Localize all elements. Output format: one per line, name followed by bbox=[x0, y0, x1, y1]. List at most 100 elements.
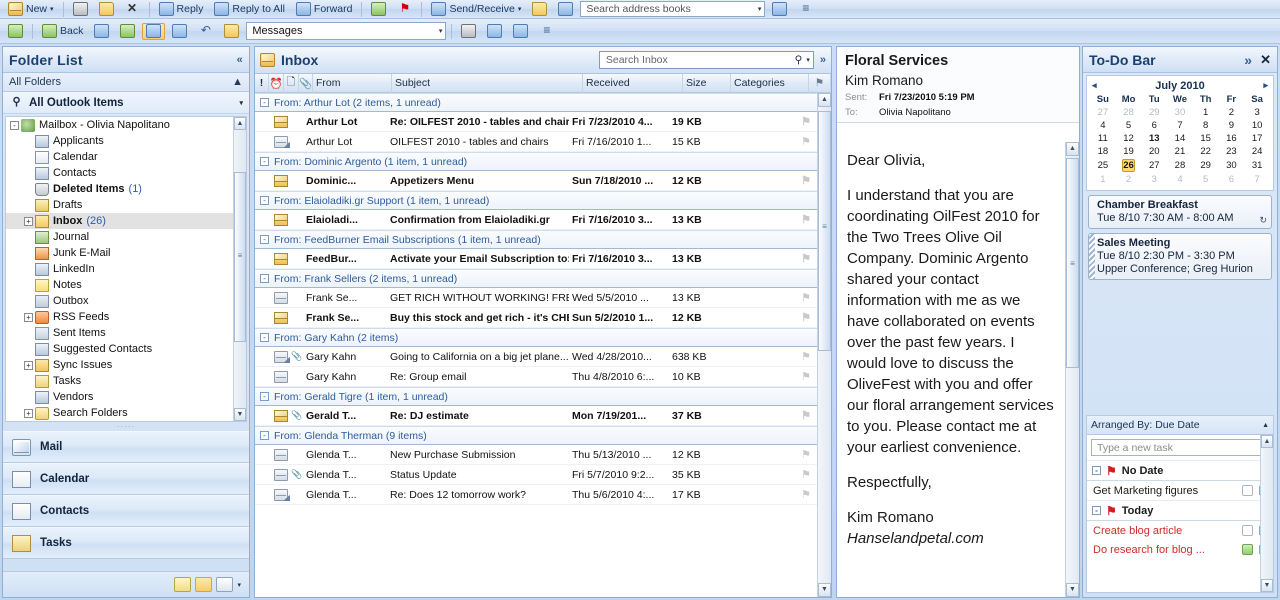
folder-tree-scrollbar[interactable]: ▲▼ bbox=[233, 117, 246, 421]
column-attachment[interactable]: 📎 bbox=[299, 73, 313, 93]
chevron-up-icon[interactable]: ▲ bbox=[232, 76, 243, 88]
move-to-folder-button[interactable] bbox=[95, 1, 118, 18]
task-group-header[interactable]: - ⚑ No Date bbox=[1087, 460, 1273, 481]
flag-icon[interactable]: ⚑ bbox=[801, 488, 811, 501]
calendar-body[interactable]: 27 28 29 30 1 2 3 4 5 6 7 8 9 10 11 12 13 14 15 16 17 18 19 20 2… bbox=[1090, 106, 1270, 186]
calendar-day[interactable]: 28 bbox=[1116, 106, 1142, 119]
calendar-day[interactable]: 30 bbox=[1167, 106, 1193, 119]
column-from[interactable]: From bbox=[313, 73, 392, 93]
calendar-day[interactable]: 7 bbox=[1167, 119, 1193, 132]
flag-icon[interactable]: ⚑ bbox=[801, 311, 811, 324]
calendar-day[interactable]: 27 bbox=[1090, 106, 1116, 119]
send-receive-button[interactable]: Send/Receive ▾ bbox=[427, 1, 525, 18]
message-list-scrollbar[interactable]: ▲ ▼ bbox=[817, 93, 831, 597]
column-flag[interactable]: ⚑ bbox=[809, 73, 831, 93]
arranged-by-bar[interactable]: Arranged By: Due Date ▲ bbox=[1087, 416, 1273, 435]
folder-item-notes[interactable]: Notes bbox=[6, 277, 246, 293]
collapse-icon[interactable]: - bbox=[260, 274, 269, 283]
appointment-list[interactable]: Chamber Breakfast Tue 8/10 7:30 AM - 8:00… bbox=[1083, 195, 1277, 280]
calendar-day[interactable]: 23 bbox=[1219, 145, 1245, 158]
flag-icon[interactable]: ⚑ bbox=[801, 115, 811, 128]
calendar-day[interactable]: 20 bbox=[1141, 145, 1167, 158]
folder-item-junk-e-mail[interactable]: Junk E-Mail bbox=[6, 245, 246, 261]
chevron-down-icon[interactable]: ▾ bbox=[806, 56, 810, 64]
address-book-button[interactable] bbox=[528, 1, 551, 18]
calendar-day[interactable]: 1 bbox=[1193, 106, 1219, 119]
cell-flag[interactable]: ⚑ bbox=[795, 252, 817, 265]
scrollbar-thumb[interactable] bbox=[1066, 158, 1079, 368]
calendar-day[interactable]: 9 bbox=[1219, 119, 1245, 132]
collapse-icon[interactable]: - bbox=[260, 333, 269, 342]
task-groups[interactable]: -⚑No DateGet Marketing figures⚑-⚑TodayCr… bbox=[1087, 460, 1273, 559]
date-navigator[interactable]: ◂ July 2010 ▸ Su Mo Tu We Th Fr Sa 27 28 29 30 1 2 3… bbox=[1086, 75, 1274, 191]
task-group-header[interactable]: - ⚑ Today bbox=[1087, 500, 1273, 521]
outlook-today-button[interactable] bbox=[4, 23, 27, 40]
previous-month-icon[interactable]: ◂ bbox=[1092, 80, 1097, 91]
cell-flag[interactable]: ⚑ bbox=[795, 488, 817, 501]
appointment-item[interactable]: Sales Meeting Tue 8/10 2:30 PM - 3:30 PM U… bbox=[1088, 233, 1272, 280]
expand-icon[interactable]: + bbox=[24, 360, 33, 370]
chevron-down-icon[interactable]: ▾ bbox=[50, 5, 54, 13]
find-button[interactable] bbox=[554, 1, 577, 18]
message-group-header[interactable]: - From: Gary Kahn (2 items) bbox=[255, 328, 817, 347]
folder-item-suggested-contacts[interactable]: Suggested Contacts bbox=[6, 341, 246, 357]
column-received[interactable]: Received bbox=[583, 73, 683, 93]
calendar-day[interactable]: 26 bbox=[1116, 158, 1142, 173]
scroll-down-icon[interactable]: ▼ bbox=[1261, 579, 1273, 592]
notes-module-icon[interactable] bbox=[174, 577, 192, 592]
chevron-down-icon[interactable]: ▾ bbox=[758, 5, 762, 13]
table-row[interactable]: 📎 Gerald T... Re: DJ estimate Mon 7/19/201.… bbox=[255, 406, 817, 426]
folder-item-calendar[interactable]: Calendar bbox=[6, 149, 246, 165]
categorize-button[interactable] bbox=[367, 1, 390, 18]
new-task-input[interactable]: Type a new task bbox=[1091, 439, 1269, 456]
back-button[interactable]: Back bbox=[38, 23, 87, 40]
list-item[interactable]: Create blog article⚑ bbox=[1087, 521, 1273, 540]
collapse-icon[interactable]: - bbox=[260, 392, 269, 401]
column-item-type[interactable]: 🗋 bbox=[284, 73, 299, 93]
flag-icon[interactable]: ⚑ bbox=[801, 468, 811, 481]
folder-list-module-icon[interactable] bbox=[195, 577, 213, 592]
next-month-icon[interactable]: ▸ bbox=[1263, 80, 1268, 91]
calendar-day[interactable]: 5 bbox=[1193, 173, 1219, 186]
folder-item-search-folders[interactable]: + Search Folders bbox=[6, 405, 246, 421]
signature-site[interactable]: Hanselandpetal.com bbox=[847, 530, 984, 547]
view-selector[interactable]: Messages ▾ bbox=[246, 22, 447, 40]
expand-icon[interactable]: + bbox=[24, 312, 33, 322]
search-input[interactable]: Search Inbox ⚲ ▾ bbox=[598, 51, 814, 69]
table-row[interactable]: FeedBur... Activate your Email Subscripti… bbox=[255, 249, 817, 269]
forward-button[interactable]: Forward bbox=[292, 1, 357, 18]
calendar-day[interactable]: 6 bbox=[1141, 119, 1167, 132]
flag-icon[interactable]: ⚑ bbox=[801, 409, 811, 422]
cell-flag[interactable]: ⚑ bbox=[795, 448, 817, 461]
collapse-icon[interactable]: - bbox=[260, 196, 269, 205]
folder-item-vendors[interactable]: Vendors bbox=[6, 389, 246, 405]
message-group-header[interactable]: - From: Dominic Argento (1 item, 1 unread… bbox=[255, 152, 817, 171]
minimize-to-do-bar-icon[interactable]: » bbox=[1244, 52, 1252, 68]
folder-item-sync-issues[interactable]: + Sync Issues bbox=[6, 357, 246, 373]
column-reminder[interactable]: ⏰ bbox=[269, 73, 284, 93]
cell-flag[interactable]: ⚑ bbox=[795, 370, 817, 383]
calendar-day[interactable]: 11 bbox=[1090, 132, 1116, 145]
calendar-day[interactable]: 15 bbox=[1193, 132, 1219, 145]
message-sender[interactable]: Kim Romano bbox=[845, 73, 1071, 88]
collapse-icon[interactable]: - bbox=[10, 120, 19, 130]
reading-pane-button[interactable] bbox=[142, 22, 166, 40]
task-complete-checkbox[interactable] bbox=[1242, 525, 1253, 536]
scroll-up-icon[interactable]: ▲ bbox=[234, 117, 246, 130]
nav-button-mail[interactable]: Mail bbox=[3, 431, 249, 463]
table-row[interactable]: Arthur Lot OILFEST 2010 - tables and chai… bbox=[255, 132, 817, 152]
collapse-icon[interactable]: - bbox=[260, 157, 269, 166]
scroll-down-icon[interactable]: ▼ bbox=[818, 583, 831, 597]
calendar-day[interactable]: 4 bbox=[1090, 119, 1116, 132]
folder-item-sent-items[interactable]: Sent Items bbox=[6, 325, 246, 341]
scroll-up-icon[interactable]: ▲ bbox=[1066, 142, 1079, 156]
scroll-up-icon[interactable]: ▲ bbox=[818, 93, 831, 107]
calendar-day[interactable]: 16 bbox=[1219, 132, 1245, 145]
table-row[interactable]: Frank Se... Buy this stock and get rich -… bbox=[255, 308, 817, 328]
column-size[interactable]: Size bbox=[683, 73, 731, 93]
chevron-down-icon[interactable]: ▾ bbox=[239, 99, 243, 107]
task-complete-checkbox[interactable] bbox=[1242, 544, 1253, 555]
folder-item-tasks[interactable]: Tasks bbox=[6, 373, 246, 389]
list-item[interactable]: Get Marketing figures⚑ bbox=[1087, 481, 1273, 500]
calendar-day[interactable]: 6 bbox=[1219, 173, 1245, 186]
